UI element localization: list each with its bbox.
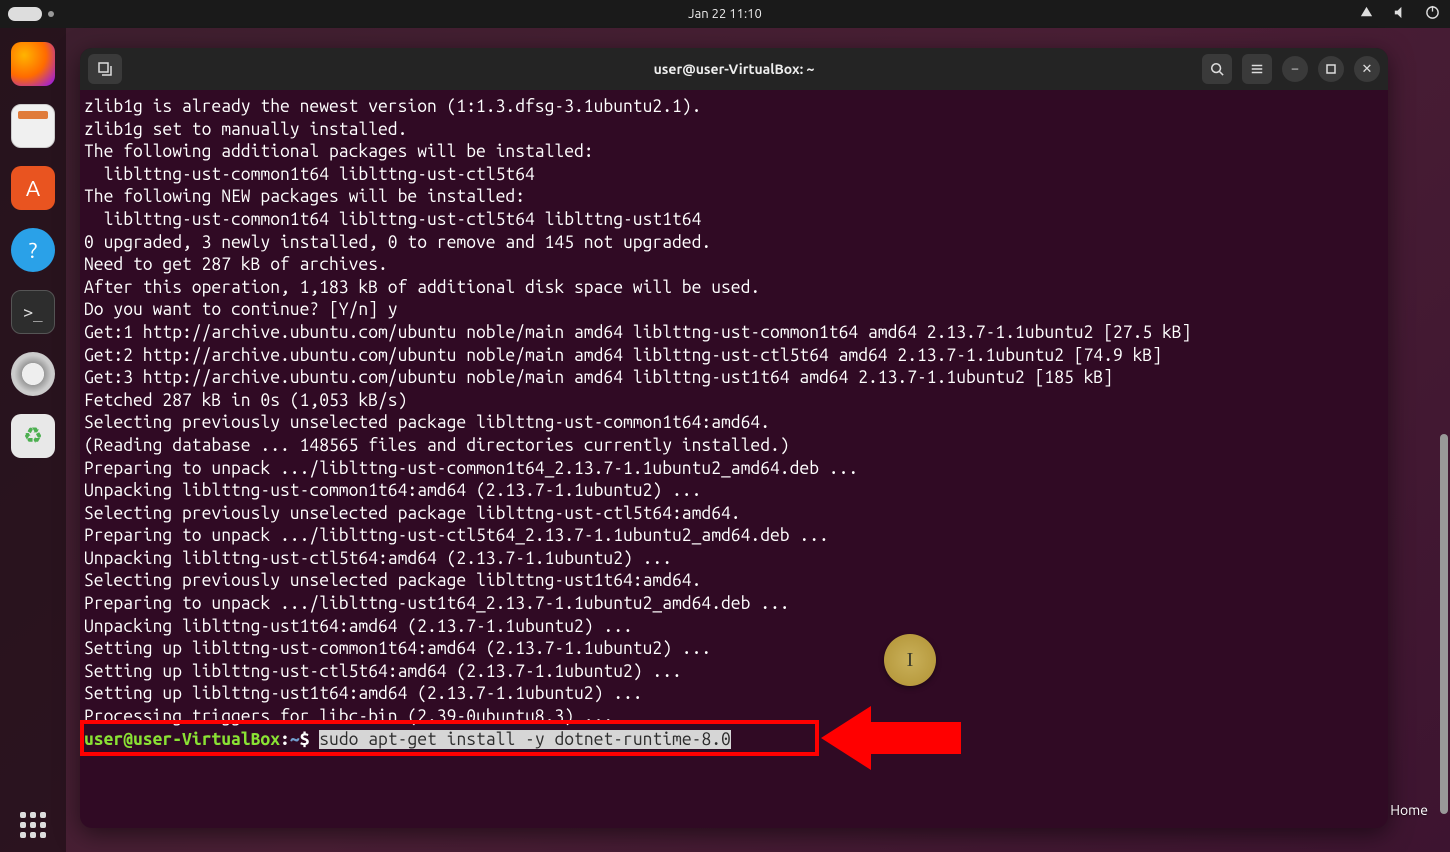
volume-icon[interactable] <box>1392 5 1407 23</box>
search-button[interactable] <box>1202 54 1232 84</box>
window-title: user@user-VirtualBox: ~ <box>654 61 815 77</box>
dock-disk[interactable] <box>11 352 55 396</box>
dock-terminal[interactable]: >_ <box>11 290 55 334</box>
activities-area[interactable] <box>0 7 54 21</box>
maximize-button[interactable] <box>1318 56 1344 82</box>
minimize-button[interactable]: – <box>1282 56 1308 82</box>
workspace-dot <box>48 11 54 17</box>
power-icon[interactable] <box>1425 5 1440 23</box>
dock-firefox[interactable] <box>11 42 55 86</box>
desktop-home-label[interactable]: Home <box>1390 802 1428 818</box>
terminal-window: user@user-VirtualBox: ~ – ✕ zlib1g is al… <box>80 48 1388 828</box>
close-button[interactable]: ✕ <box>1354 56 1380 82</box>
titlebar: user@user-VirtualBox: ~ – ✕ <box>80 48 1388 90</box>
dock-show-apps[interactable] <box>20 812 46 838</box>
activities-pill[interactable] <box>8 7 42 21</box>
hamburger-menu-button[interactable] <box>1242 54 1272 84</box>
dock-files[interactable] <box>11 104 55 148</box>
terminal-content[interactable]: zlib1g is already the newest version (1:… <box>80 90 1388 828</box>
dock-help[interactable]: ? <box>11 228 55 272</box>
gnome-top-bar: Jan 22 11:10 <box>0 0 1450 28</box>
annotation-cursor-highlight: I <box>884 634 936 686</box>
new-tab-button[interactable] <box>88 54 122 84</box>
clock[interactable]: Jan 22 11:10 <box>688 7 762 21</box>
network-icon[interactable] <box>1359 5 1374 23</box>
dock: A ? >_ ♻ <box>0 28 66 852</box>
terminal-scrollbar[interactable] <box>1440 434 1448 814</box>
dock-software-store[interactable]: A <box>11 166 55 210</box>
dock-trash[interactable]: ♻ <box>11 414 55 458</box>
text-cursor-icon: I <box>907 649 914 672</box>
